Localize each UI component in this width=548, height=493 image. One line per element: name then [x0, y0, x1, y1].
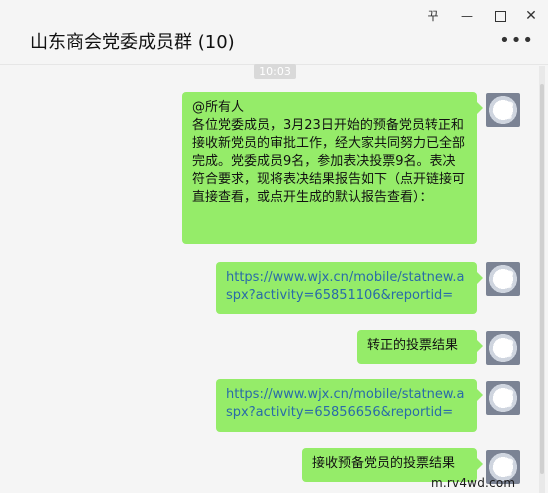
- avatar[interactable]: [486, 262, 520, 296]
- watermark: m.rv4wd.com: [431, 476, 516, 490]
- maximize-icon-box: [494, 11, 506, 22]
- pin-icon[interactable]: 꾸: [424, 8, 442, 24]
- close-icon[interactable]: ✕: [522, 8, 540, 24]
- maximize-icon[interactable]: [491, 8, 509, 24]
- timestamp: 10:03: [254, 64, 296, 79]
- message-bubble[interactable]: https://www.wjx.cn/mobile/statnew.aspx?a…: [216, 379, 483, 432]
- message-link[interactable]: https://www.wjx.cn/mobile/statnew.aspx?a…: [226, 269, 467, 305]
- message-bubble[interactable]: https://www.wjx.cn/mobile/statnew.aspx?a…: [216, 262, 483, 314]
- title-bar: 山东商会党委成员群 (10) ••• 꾸 — ✕: [0, 0, 548, 65]
- avatar[interactable]: [486, 381, 520, 415]
- chat-title: 山东商会党委成员群 (10): [30, 32, 235, 53]
- more-options-icon[interactable]: •••: [499, 30, 534, 51]
- avatar[interactable]: [486, 93, 520, 127]
- avatar[interactable]: [486, 331, 520, 365]
- scrollbar-thumb[interactable]: [540, 84, 544, 474]
- message-bubble[interactable]: @所有人 各位党委成员，3月23日开始的预备党员转正和接收新党员的审批工作，经大…: [182, 92, 483, 244]
- message-text: 转正的投票结果: [367, 338, 459, 353]
- message-link[interactable]: https://www.wjx.cn/mobile/statnew.aspx?a…: [226, 386, 467, 422]
- minimize-icon[interactable]: —: [458, 8, 476, 24]
- message-bubble[interactable]: 转正的投票结果: [357, 330, 483, 364]
- message-text: @所有人 各位党委成员，3月23日开始的预备党员转正和接收新党员的审批工作，经大…: [192, 100, 466, 205]
- message-text: 接收预备党员的投票结果: [312, 456, 456, 471]
